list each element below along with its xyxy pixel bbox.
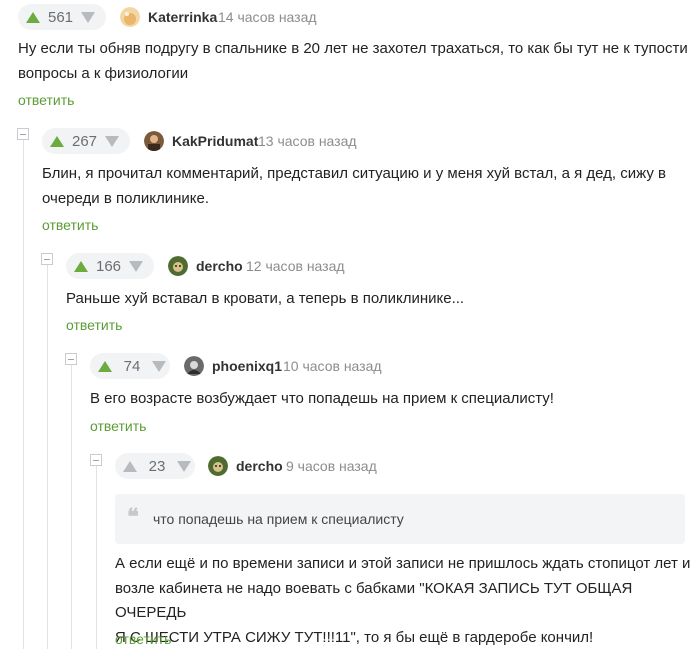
reply-link[interactable]: ответить xyxy=(18,92,74,108)
reply-link[interactable]: ответить xyxy=(115,631,171,647)
rating: 561 xyxy=(48,9,73,26)
avatar[interactable] xyxy=(120,7,140,27)
vote-control: 166 xyxy=(66,253,154,279)
comment-text-line: вопросы а к физиологии xyxy=(18,62,698,87)
downvote-icon[interactable] xyxy=(177,461,191,472)
rating: 23 xyxy=(145,458,169,475)
comment-time: 13 часов назад xyxy=(258,133,357,149)
comment-time: 12 часов назад xyxy=(246,258,345,274)
vote-control: 267 xyxy=(42,128,130,154)
vote-control: 561 xyxy=(18,4,106,30)
comment-text-line: Ну если ты обняв подругу в спальнике в 2… xyxy=(18,37,698,62)
vote-control: 23 xyxy=(115,453,195,479)
downvote-icon[interactable] xyxy=(105,136,119,147)
comment-text-line: Я С ШЕСТИ УТРА СИЖУ ТУТ!!!11", то я бы е… xyxy=(115,626,698,650)
upvote-icon[interactable] xyxy=(123,461,137,472)
quote-icon: ❝ xyxy=(127,504,139,530)
avatar[interactable] xyxy=(208,456,228,476)
collapse-icon[interactable] xyxy=(41,253,53,265)
avatar[interactable] xyxy=(184,356,204,376)
comment-text: Ну если ты обняв подругу в спальнике в 2… xyxy=(18,37,698,86)
comment-text: В его возрасте возбуждает что попадешь н… xyxy=(90,387,698,412)
comment-text-line: возле кабинета не надо воевать с бабками… xyxy=(115,577,698,626)
comment-time: 10 часов назад xyxy=(283,358,382,374)
avatar[interactable] xyxy=(168,256,188,276)
reply-link[interactable]: ответить xyxy=(66,317,122,333)
upvote-icon[interactable] xyxy=(50,136,64,147)
author-name[interactable]: dercho xyxy=(236,458,283,474)
author-name[interactable]: phoenixq1 xyxy=(212,358,282,374)
upvote-icon[interactable] xyxy=(74,261,88,272)
collapse-icon[interactable] xyxy=(90,454,102,466)
collapse-icon[interactable] xyxy=(65,353,77,365)
vote-control: 74 xyxy=(90,353,170,379)
thread-line xyxy=(23,140,24,649)
comment-text-line: А если ещё и по времени записи и этой за… xyxy=(115,552,698,577)
reply-link[interactable]: ответить xyxy=(42,217,98,233)
collapse-icon[interactable] xyxy=(17,128,29,140)
downvote-icon[interactable] xyxy=(81,12,95,23)
author-name[interactable]: Katerrinka xyxy=(148,9,217,25)
comment-text-line: очереди в поликлинике. xyxy=(42,187,698,212)
comment-text: Блин, я прочитал комментарий, представил… xyxy=(42,162,698,211)
comment-time: 14 часов назад xyxy=(218,9,317,25)
upvote-icon[interactable] xyxy=(98,361,112,372)
reply-link[interactable]: ответить xyxy=(90,418,146,434)
comment-time: 9 часов назад xyxy=(286,458,377,474)
avatar[interactable] xyxy=(144,131,164,151)
thread-line xyxy=(96,466,97,649)
comment-text-line: Блин, я прочитал комментарий, представил… xyxy=(42,162,698,187)
quote-text: что попадешь на прием к специалисту xyxy=(153,511,404,527)
rating: 74 xyxy=(120,358,144,375)
thread-line xyxy=(47,265,48,649)
rating: 166 xyxy=(96,258,121,275)
author-name[interactable]: dercho xyxy=(196,258,243,274)
comment: 561 Katerrinka 14 часов назад Ну если ты… xyxy=(0,0,700,112)
comment-text-line: Раньше хуй вставал в кровати, а теперь в… xyxy=(66,287,698,312)
downvote-icon[interactable] xyxy=(129,261,143,272)
author-name[interactable]: KakPridumat xyxy=(172,133,258,149)
upvote-icon[interactable] xyxy=(26,12,40,23)
comment-text: А если ещё и по времени записи и этой за… xyxy=(115,552,698,650)
rating: 267 xyxy=(72,133,97,150)
quote-block: ❝ что попадешь на прием к специалисту xyxy=(115,494,685,544)
downvote-icon[interactable] xyxy=(152,361,166,372)
comment-text-line: В его возрасте возбуждает что попадешь н… xyxy=(90,387,698,412)
comment-text: Раньше хуй вставал в кровати, а теперь в… xyxy=(66,287,698,312)
thread-line xyxy=(71,365,72,649)
